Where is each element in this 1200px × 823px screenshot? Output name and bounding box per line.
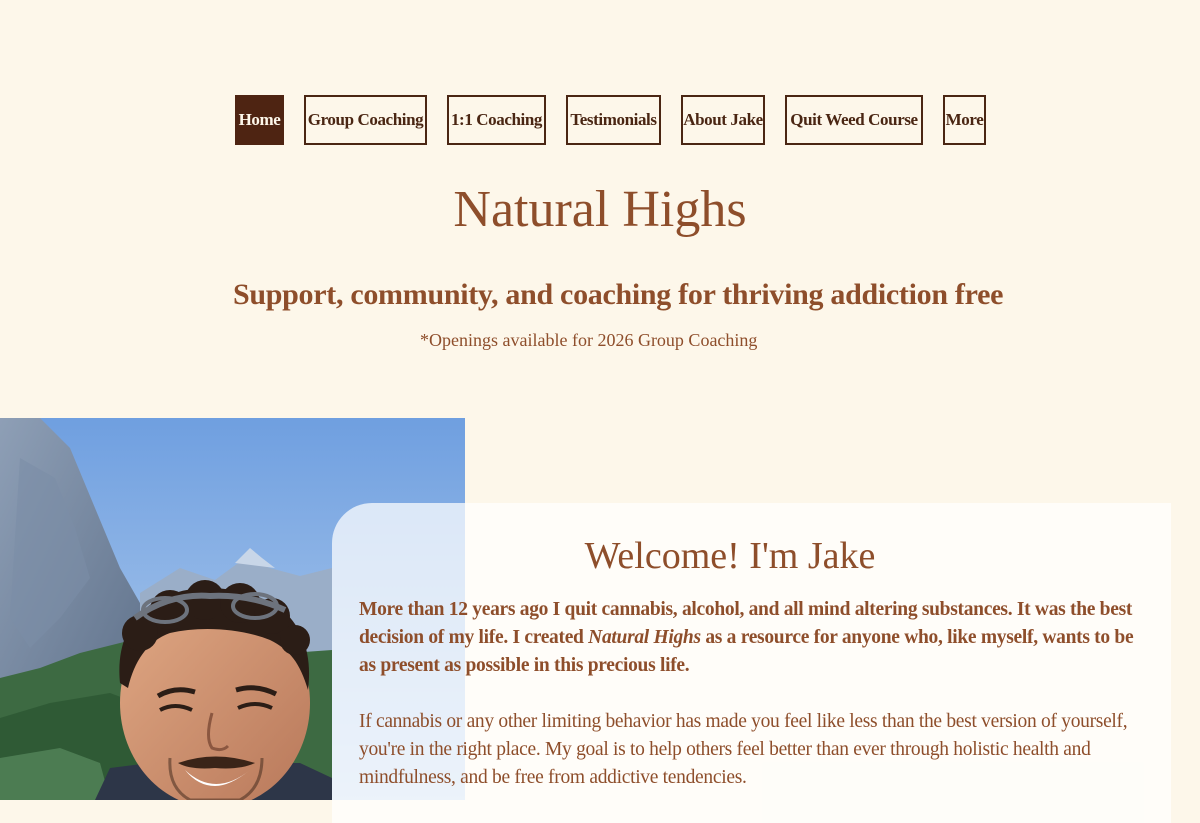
nav-home[interactable]: Home [235, 95, 284, 145]
nav-one-on-one-coaching[interactable]: 1:1 Coaching [447, 95, 546, 145]
site-tagline: Support, community, and coaching for thr… [233, 278, 1004, 311]
nav-group-coaching[interactable]: Group Coaching [304, 95, 427, 145]
nav-testimonials[interactable]: Testimonials [566, 95, 661, 145]
nav-more[interactable]: More [943, 95, 986, 145]
intro-paragraph-bold: More than 12 years ago I quit cannabis, … [359, 596, 1149, 680]
openings-notice: *Openings available for 2026 Group Coach… [420, 330, 758, 350]
nav-about-jake[interactable]: About Jake [681, 95, 765, 145]
nav-quit-weed-course[interactable]: Quit Weed Course [785, 95, 923, 145]
site-title: Natural Highs [453, 181, 747, 238]
brand-name-emphasis: Natural Highs [588, 627, 701, 648]
intro-paragraph: If cannabis or any other limiting behavi… [359, 711, 1128, 788]
welcome-heading: Welcome! I'm Jake [584, 535, 876, 577]
